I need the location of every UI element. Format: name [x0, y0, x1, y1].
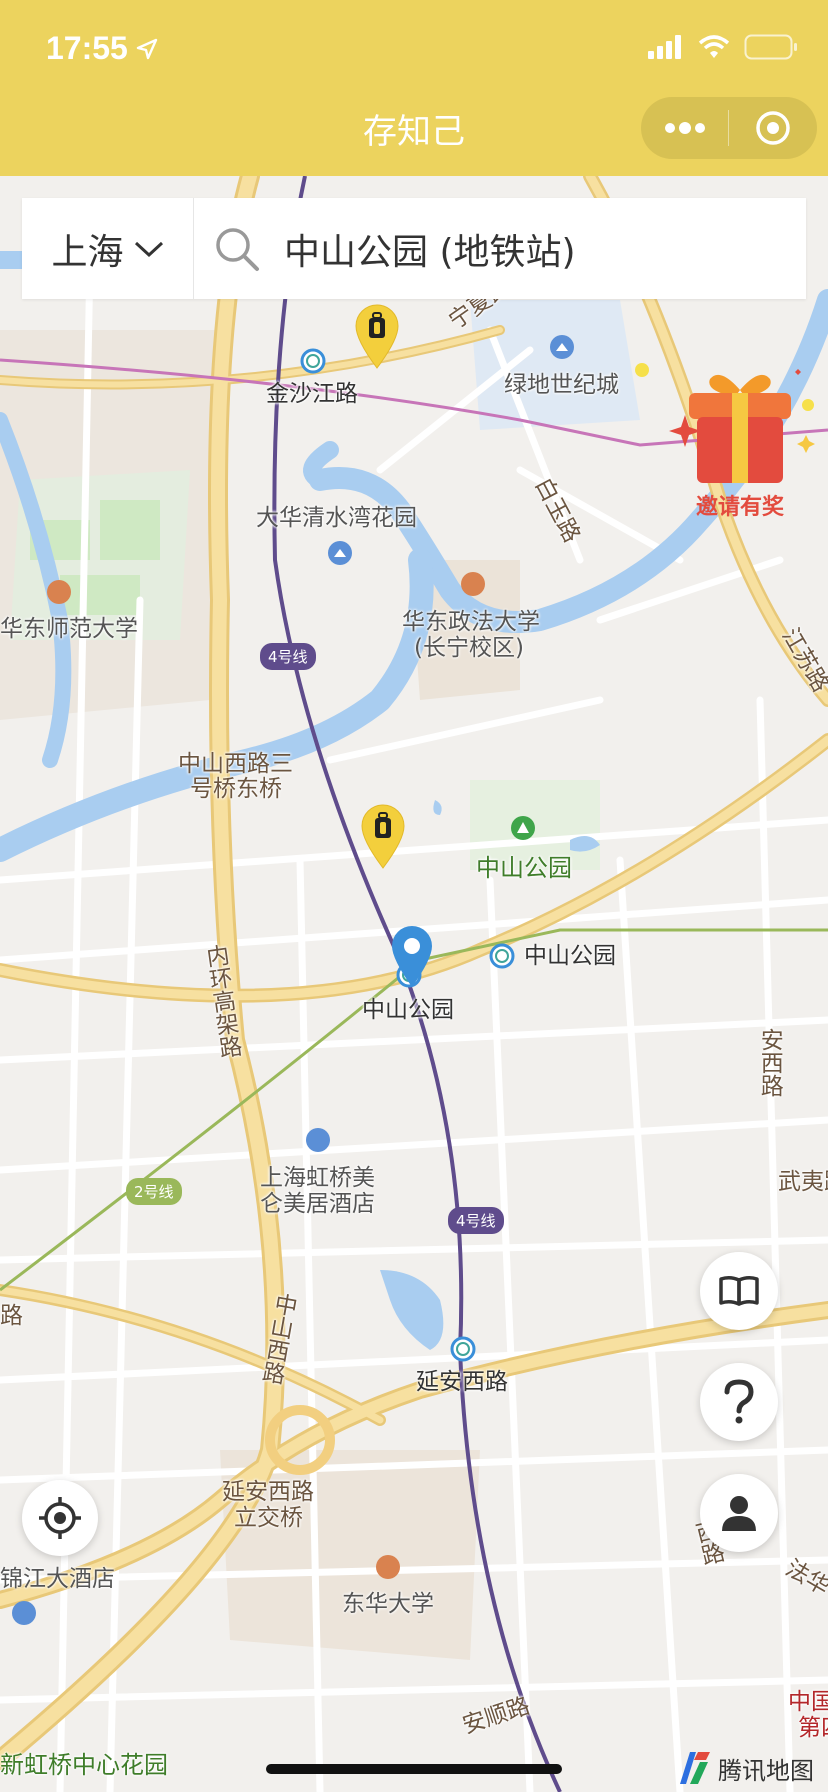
map-label: 新虹桥中心花园 [0, 1751, 168, 1779]
map-label: 延安西路 [416, 1369, 508, 1395]
location-arrow-icon [136, 38, 158, 60]
top-bar: 17:55 存知己 [0, 0, 828, 176]
map-label: 上海虹桥美 [260, 1165, 375, 1191]
city-label: 上海 [51, 231, 124, 273]
brand-name: 腾讯地图 [718, 1756, 814, 1785]
locate-button[interactable] [22, 1480, 98, 1556]
map-provider-brand: 腾讯地图 [676, 1748, 814, 1788]
map-label: 锦江大酒店 [0, 1566, 115, 1592]
map-label: 号桥东桥 [190, 776, 282, 802]
map-label: 中山公园 [524, 943, 616, 969]
status-time: 17:55 [46, 30, 128, 66]
invite-reward-button[interactable]: 邀请有奖 [665, 365, 815, 525]
gift-label: 邀请有奖 [695, 495, 784, 520]
map-label: 绿地世纪城 [504, 372, 619, 398]
luggage-marker-icon[interactable] [354, 304, 400, 370]
map-label: 华东师范大学 [0, 616, 138, 642]
more-icon [664, 122, 705, 134]
location-pin-icon [392, 926, 432, 987]
mini-program-capsule [641, 97, 817, 159]
search-icon [216, 227, 259, 271]
map-label: 第四 [798, 1715, 828, 1741]
map-label: 中山公园 [476, 854, 572, 882]
book-icon [719, 1275, 759, 1306]
map-label: 武夷路 [778, 1169, 828, 1195]
chevron-down-icon [134, 241, 163, 257]
map-label: 中山公园 [362, 997, 454, 1023]
metro-line-tag: 2号线 [126, 1178, 182, 1205]
tencent-map-logo [680, 1752, 710, 1784]
map-label: 安西路 [756, 1028, 783, 1097]
home-indicator [266, 1764, 562, 1774]
metro-line-tag: 4号线 [260, 643, 316, 670]
luggage-marker-icon[interactable] [360, 804, 406, 870]
map-label: 仑美居酒店 [260, 1191, 375, 1217]
map-label: 路 [0, 1303, 23, 1329]
help-button[interactable] [700, 1363, 778, 1441]
target-icon [755, 111, 790, 145]
map-label: 立交桥 [234, 1505, 303, 1531]
gift-icon [669, 369, 815, 483]
map-label: 中山西路三 [178, 751, 293, 777]
map-label: 华东政法大学 [402, 609, 540, 635]
signal-icon [648, 35, 681, 59]
search-input[interactable]: 中山公园 (地铁站) [194, 198, 806, 299]
profile-button[interactable] [700, 1474, 778, 1552]
help-icon [724, 1379, 754, 1424]
search-query: 中山公园 (地铁站) [284, 231, 576, 273]
guide-button[interactable] [700, 1252, 778, 1330]
map-label: 大华清水湾花园 [256, 505, 417, 531]
search-bar: 上海 中山公园 (地铁站) [22, 198, 806, 299]
city-selector[interactable]: 上海 [22, 198, 194, 299]
map-label: 东华大学 [342, 1591, 434, 1617]
close-mini-program-button[interactable] [729, 97, 816, 159]
locate-icon [39, 1497, 81, 1539]
map-label: 金沙江路 [266, 381, 358, 407]
map-label: 延安西路 [222, 1479, 314, 1505]
metro-line-tag: 4号线 [448, 1207, 504, 1234]
map-label: (长宁校区) [414, 635, 524, 661]
wifi-icon [698, 35, 730, 58]
more-button[interactable] [641, 97, 728, 159]
battery-icon [744, 34, 797, 60]
user-icon [722, 1496, 756, 1531]
map-label: 中国 [788, 1689, 828, 1715]
status-icons [648, 34, 798, 60]
